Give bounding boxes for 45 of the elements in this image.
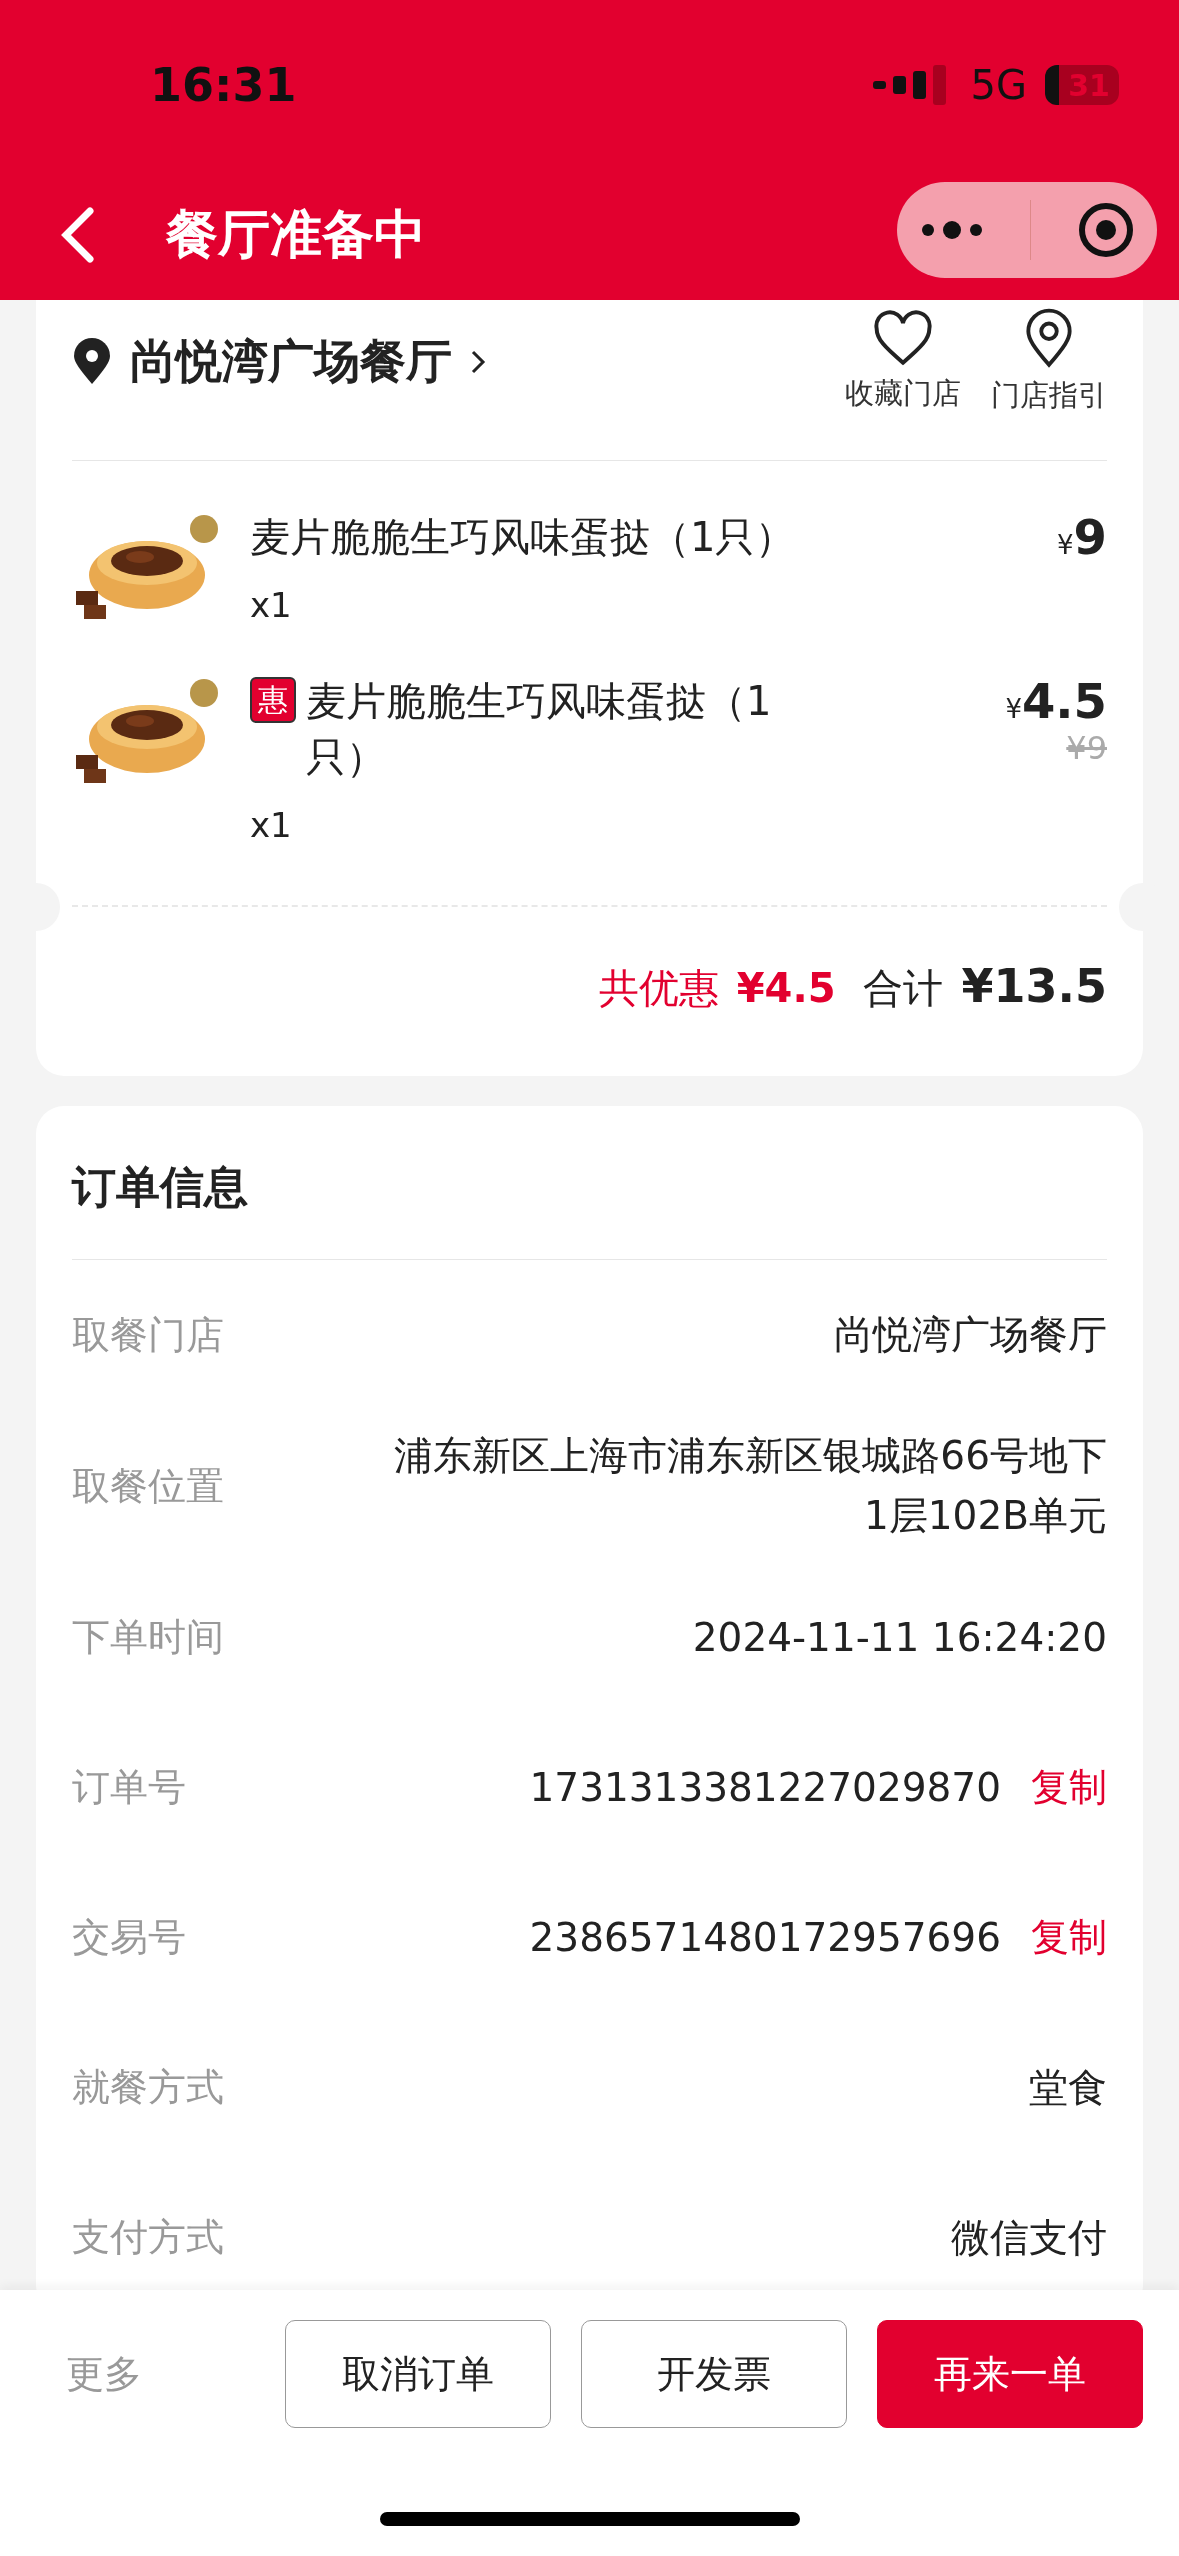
section-title: 订单信息 [72,1106,1107,1260]
item-price: ¥9 [1057,509,1107,565]
store-action-button[interactable]: 门店指引 [991,308,1107,416]
more-icon[interactable] [920,220,985,240]
page-title: 餐厅准备中 [166,203,427,266]
store-link[interactable]: 尚悦湾广场餐厅 [72,331,815,393]
info-label: 取餐位置 [72,1462,225,1510]
back-button[interactable] [60,207,96,263]
discount-badge: 惠 [250,677,296,723]
info-value: 浦东新区上海市浦东新区银城路66号地下1层102B单元 [393,1432,1107,1541]
info-label: 下单时间 [72,1614,225,1662]
info-value: 尚悦湾广场餐厅 [834,1310,1107,1359]
info-label: 就餐方式 [72,2064,225,2112]
info-label: 订单号 [72,1764,187,1812]
action-button[interactable]: 开发票 [581,2320,847,2428]
info-label: 取餐门店 [72,1311,225,1359]
info-value: 2386571480172957696 [529,1913,1001,1962]
heart-icon [871,310,935,368]
original-price: ¥9 [1066,729,1107,767]
info-label: 支付方式 [72,2214,225,2262]
info-value: 1731313381227029870 [529,1763,1001,1812]
copy-link[interactable]: 复制 [1031,1762,1107,1814]
item-name: 麦片脆脆生巧风味蛋挞（1只） [250,513,797,562]
copy-link[interactable]: 复制 [1031,1912,1107,1964]
battery-level: 31 [1045,65,1119,105]
info-value: 堂食 [1029,2063,1107,2112]
total-label: 合计 [863,964,944,1013]
store-name: 尚悦湾广场餐厅 [130,333,452,390]
info-label: 交易号 [72,1914,187,1962]
store-action-button[interactable]: 收藏门店 [845,310,961,414]
item-quantity: x1 [250,585,293,625]
chevron-right-icon [470,349,486,375]
location-pin-icon [72,338,112,386]
info-value: 2024-11-11 16:24:20 [692,1613,1107,1662]
action-button[interactable]: 再来一单 [877,2320,1143,2428]
item-quantity: x1 [250,805,293,845]
status-time: 16:31 [150,58,297,112]
total-amount: ¥13.5 [961,959,1107,1013]
item-price: ¥4.5 [1005,673,1107,729]
info-value: 微信支付 [951,2213,1107,2262]
item-name: 麦片脆脆生巧风味蛋挞（1只） [306,677,773,782]
network-label: 5G [970,62,1027,108]
discount-amount: ¥4.5 [736,965,836,1011]
action-button[interactable]: 取消订单 [285,2320,551,2428]
discount-label: 共优惠 [598,964,719,1013]
